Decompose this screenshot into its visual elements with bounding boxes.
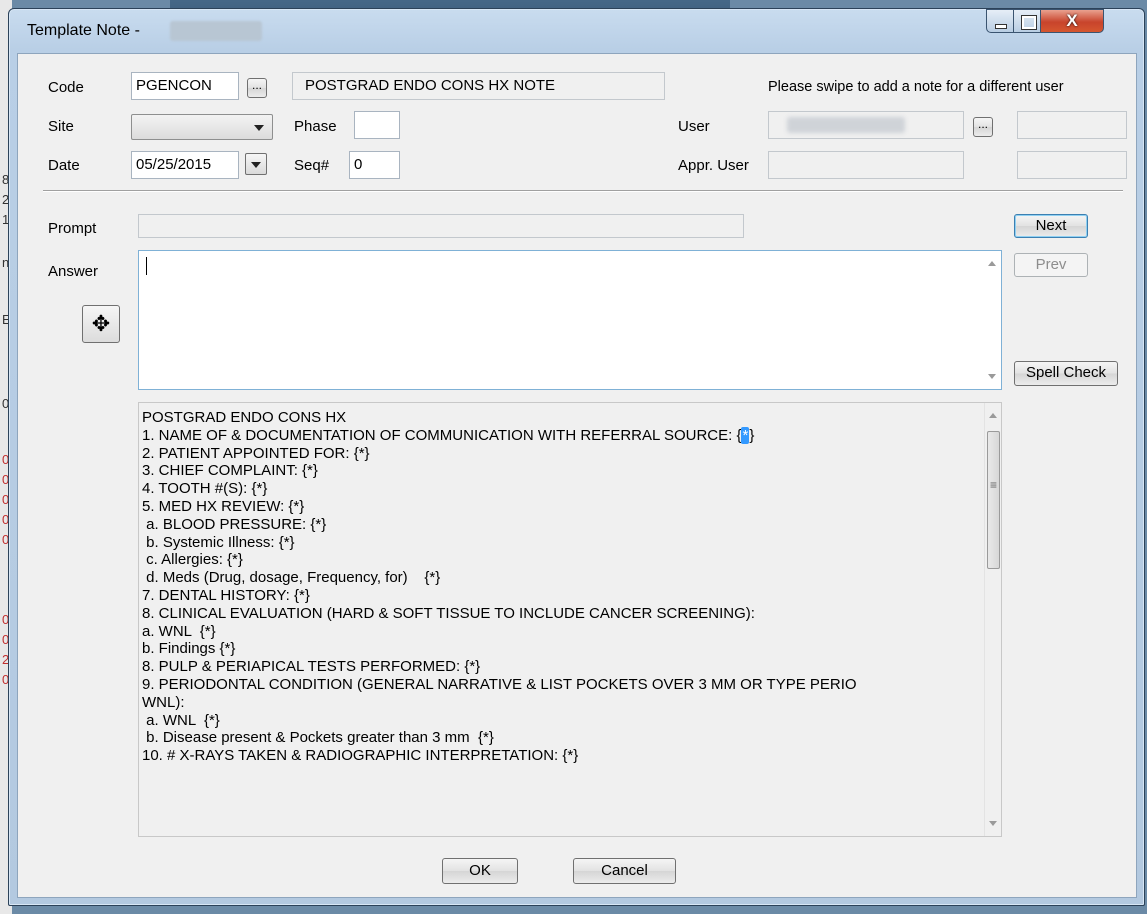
phase-label: Phase [294,118,337,135]
template-line: a. WNL {*} [142,622,216,640]
seq-label: Seq# [294,157,330,174]
cancel-button[interactable]: Cancel [573,858,676,884]
site-label: Site [48,118,74,135]
redacted-user-name [787,117,905,133]
appr-user-field [768,151,964,179]
next-button[interactable]: Next [1014,214,1088,238]
date-picker-button[interactable] [245,153,267,175]
scroll-thumb[interactable] [987,431,1000,569]
maximize-button[interactable] [1013,9,1041,33]
template-lines: POSTGRAD ENDO CONS HX 1. NAME OF & DOCUM… [142,409,977,765]
phase-input[interactable] [354,111,400,139]
template-line: 1. NAME OF & DOCUMENTATION OF COMMUNICAT… [142,426,977,445]
prev-button[interactable]: Prev [1014,253,1088,277]
template-line: 5. MED HX REVIEW: {*} [142,497,305,515]
template-name-field: POSTGRAD ENDO CONS HX NOTE [292,72,665,100]
appr-user-label: Appr. User [678,157,749,174]
template-line: 10. # X-RAYS TAKEN & RADIOGRAPHIC INTERP… [142,747,579,765]
text-cursor [146,257,147,275]
user-field [768,111,964,139]
answer-scrollbar[interactable] [984,251,1001,389]
move-arrows-icon[interactable]: ✥ [82,305,120,343]
window-title: Template Note - [27,22,140,39]
template-line: 8. CLINICAL EVALUATION (HARD & SOFT TISS… [142,604,755,622]
dialog-body: Code PGENCON ... POSTGRAD ENDO CONS HX N… [17,53,1137,898]
chevron-down-icon [254,125,264,131]
user-lookup-button[interactable]: ... [973,117,993,137]
date-input[interactable]: 05/25/2015 [131,151,239,179]
appr-user-id-field [1017,151,1127,179]
template-line: 9. PERIODONTAL CONDITION (GENERAL NARRAT… [142,675,857,693]
template-line: 3. CHIEF COMPLAINT: {*} [142,462,318,480]
redacted-patient-name [170,21,262,41]
template-note-window: Template Note - X Code PGENCON ... POSTG… [8,8,1145,906]
template-line: c. Allergies: {*} [142,551,243,569]
template-line: POSTGRAD ENDO CONS HX [142,409,347,426]
close-icon: X [1066,11,1078,30]
scroll-up-icon[interactable] [989,413,997,418]
user-label: User [678,118,710,135]
template-line: a. BLOOD PRESSURE: {*} [142,515,327,533]
code-lookup-button[interactable]: ... [247,78,267,98]
minimize-button[interactable] [986,9,1014,33]
template-line: d. Meds (Drug, dosage, Frequency, for) {… [142,569,441,587]
date-label: Date [48,157,80,174]
answer-textarea[interactable] [138,250,1002,390]
scroll-up-icon[interactable] [988,261,996,266]
seq-input[interactable]: 0 [349,151,400,179]
template-line: 4. TOOTH #(S): {*} [142,480,268,498]
template-line: 2. PATIENT APPOINTED FOR: {*} [142,444,370,462]
template-line: b. Findings {*} [142,640,236,658]
ok-button[interactable]: OK [442,858,518,884]
template-scrollbar[interactable] [984,403,1001,836]
template-line: a. WNL {*} [142,711,220,729]
prompt-field [138,214,744,238]
code-input[interactable]: PGENCON [131,72,239,100]
template-line: WNL): [142,693,185,711]
user-id-field [1017,111,1127,139]
prompt-label: Prompt [48,220,97,237]
swipe-message: Please swipe to add a note for a differe… [768,79,1064,95]
template-line: b. Systemic Illness: {*} [142,533,295,551]
site-dropdown[interactable] [131,114,273,140]
code-label: Code [48,79,84,96]
template-text-area[interactable]: POSTGRAD ENDO CONS HX 1. NAME OF & DOCUM… [138,402,1002,837]
scroll-down-icon[interactable] [989,821,997,826]
template-line: b. Disease present & Pockets greater tha… [142,729,494,747]
template-line-text: 1. NAME OF & DOCUMENTATION OF COMMUNICAT… [142,426,742,444]
template-line: 7. DENTAL HISTORY: {*} [142,586,310,604]
close-button[interactable]: X [1040,9,1104,33]
divider [43,190,1123,192]
title-bar[interactable]: Template Note - X [9,9,1144,53]
chevron-down-icon [251,162,261,168]
template-line: 8. PULP & PERIAPICAL TESTS PERFORMED: {*… [142,658,481,676]
scroll-down-icon[interactable] [988,374,996,379]
template-line-close: } [749,426,755,444]
spell-check-button[interactable]: Spell Check [1014,361,1118,386]
answer-label: Answer [48,263,99,280]
